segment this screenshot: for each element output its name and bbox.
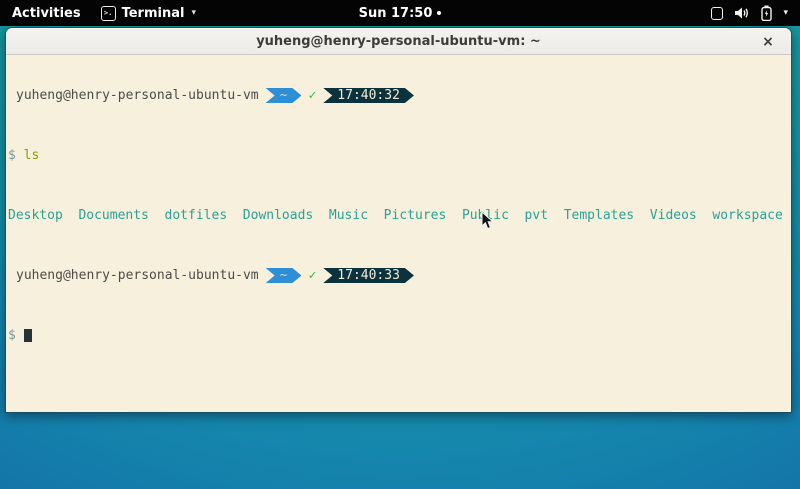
command-line-active[interactable]: $ — [8, 328, 789, 343]
window-title: yuheng@henry-personal-ubuntu-vm: ~ — [6, 34, 791, 49]
prompt-user: yuheng@henry-personal-ubuntu-vm — [16, 268, 259, 283]
volume-icon — [734, 6, 750, 20]
terminal-icon: >. — [101, 6, 116, 21]
notification-dot-icon — [437, 11, 441, 15]
terminal-cursor — [24, 329, 32, 342]
system-status-area[interactable]: ▾ — [699, 0, 800, 26]
prompt-time-segment: 17:40:33 — [323, 268, 414, 283]
prompt-path-segment: ~ — [266, 268, 302, 283]
close-button[interactable]: × — [757, 28, 779, 55]
command-line: $ ls — [8, 148, 789, 163]
ls-output: Desktop Documents dotfiles Downloads Mus… — [8, 208, 789, 223]
terminal-window: yuheng@henry-personal-ubuntu-vm: ~ × yuh… — [5, 27, 792, 413]
chevron-down-icon: ▾ — [783, 8, 788, 18]
prompt-time-segment: 17:40:32 — [323, 88, 414, 103]
prompt-user: yuheng@henry-personal-ubuntu-vm — [16, 88, 259, 103]
status-check-icon: ✓ — [308, 268, 316, 283]
top-bar: Activities >. Terminal ▾ Sun 17:50 — [0, 0, 800, 26]
window-titlebar[interactable]: yuheng@henry-personal-ubuntu-vm: ~ × — [6, 28, 791, 55]
app-menu-button[interactable]: >. Terminal ▾ — [93, 0, 204, 26]
prompt-path-segment: ~ — [266, 88, 302, 103]
clock-label: Sun 17:50 — [359, 6, 433, 21]
prompt-line: yuheng@henry-personal-ubuntu-vm ~ ✓ 17:4… — [8, 88, 789, 103]
activities-button[interactable]: Activities — [0, 0, 93, 26]
prompt-line: yuheng@henry-personal-ubuntu-vm ~ ✓ 17:4… — [8, 268, 789, 283]
mouse-cursor — [481, 211, 494, 230]
prompt-char: $ — [8, 328, 24, 343]
battery-charging-icon — [761, 5, 772, 21]
prompt-char: $ — [8, 148, 24, 163]
command-text: ls — [24, 148, 40, 163]
display-icon — [711, 7, 723, 20]
status-check-icon: ✓ — [308, 88, 316, 103]
desktop-background: Activities >. Terminal ▾ Sun 17:50 — [0, 0, 800, 489]
chevron-down-icon: ▾ — [191, 8, 196, 18]
terminal-content[interactable]: yuheng@henry-personal-ubuntu-vm ~ ✓ 17:4… — [6, 55, 791, 413]
app-menu-label: Terminal — [122, 6, 185, 21]
